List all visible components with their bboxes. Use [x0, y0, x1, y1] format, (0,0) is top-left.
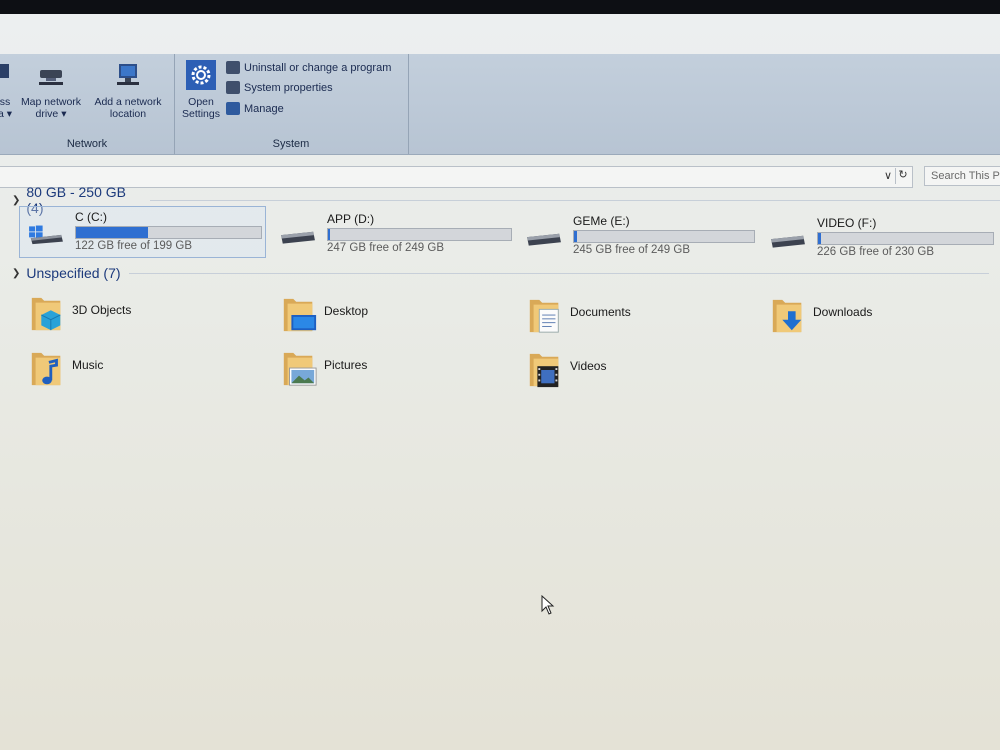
system-properties-icon: [226, 81, 240, 94]
drive-tile[interactable]: APP (D:) 247 GB free of 249 GB: [272, 209, 515, 259]
ribbon-group-label-network: Network: [66, 138, 108, 150]
ribbon-group-label-system: System: [272, 138, 310, 150]
folder-item[interactable]: Desktop: [280, 295, 480, 341]
system-properties-button[interactable]: System properties: [226, 81, 333, 94]
drive-tile[interactable]: C (C:) 122 GB free of 199 GB: [19, 206, 266, 258]
hard-drive-icon: [527, 233, 561, 246]
map-network-drive-button[interactable]: Map network drive ▾: [14, 60, 88, 120]
group-divider: [150, 199, 1000, 201]
windows-drive-icon: [29, 225, 63, 245]
drive-free-space: 247 GB free of 249 GB: [327, 242, 444, 254]
folder-name: Pictures: [324, 358, 368, 372]
drive-usage-fill: [328, 229, 331, 240]
videos-folder-icon: [529, 353, 559, 388]
drive-name: APP (D:): [327, 212, 375, 226]
folder-name: Music: [72, 358, 104, 372]
drive-usage-bar: [817, 232, 994, 245]
desktop-folder-icon: [283, 298, 317, 332]
pictures-folder-icon: [283, 352, 317, 386]
uninstall-program-icon: [226, 61, 240, 74]
open-settings-button[interactable]: Open Settings: [176, 60, 226, 120]
folder-item[interactable]: Documents: [526, 296, 726, 342]
drive-tile[interactable]: GEMe (E:) 245 GB free of 249 GB: [518, 211, 758, 261]
chevron-down-icon[interactable]: ❯: [12, 268, 20, 279]
folder-name: Desktop: [324, 304, 369, 318]
add-network-location-button[interactable]: Add a network location: [88, 60, 168, 120]
hard-drive-icon: [281, 231, 315, 244]
drive-usage-bar: [327, 228, 512, 241]
group-header-folders[interactable]: ❯ Unspecified (7): [12, 265, 989, 281]
3d-objects-folder-icon: [31, 297, 61, 331]
downloads-folder-icon: [772, 299, 802, 333]
drive-usage-bar: [75, 226, 262, 239]
drive-usage-fill: [76, 227, 148, 238]
ribbon: ss a ▾ Map network drive ▾ Add a network…: [0, 54, 1000, 155]
chevron-down-icon[interactable]: ❯: [12, 195, 20, 206]
address-dropdown-icon[interactable]: ∨: [884, 169, 892, 182]
group-divider: [128, 272, 989, 274]
folder-item[interactable]: Videos: [526, 350, 726, 396]
drive-usage-fill: [574, 231, 577, 242]
drive-name: GEMe (E:): [573, 214, 630, 228]
folder-name: 3D Objects: [72, 303, 132, 317]
drive-free-space: 245 GB free of 249 GB: [573, 244, 690, 256]
drive-tile[interactable]: VIDEO (F:) 226 GB free of 230 GB: [762, 213, 997, 263]
folder-name: Downloads: [813, 305, 873, 319]
drive-free-space: 122 GB free of 199 GB: [75, 240, 192, 252]
folder-item[interactable]: Pictures: [280, 349, 480, 395]
settings-gear-icon: [186, 60, 216, 90]
folder-item[interactable]: Downloads: [769, 296, 969, 342]
drive-name: C (C:): [75, 210, 107, 224]
folder-name: Videos: [570, 359, 607, 373]
music-folder-icon: [31, 352, 61, 386]
screen: ss a ▾ Map network drive ▾ Add a network…: [0, 14, 1000, 750]
ribbon-group-network: ss a ▾ Map network drive ▾ Add a network…: [0, 54, 175, 154]
uninstall-program-button[interactable]: Uninstall or change a program: [226, 61, 391, 74]
folder-item[interactable]: Music: [28, 349, 228, 395]
search-placeholder: Search This PC: [931, 170, 1000, 182]
documents-folder-icon: [529, 299, 559, 333]
manage-computer-icon: [226, 102, 240, 115]
network-location-icon: [117, 64, 139, 85]
search-input[interactable]: Search This PC: [924, 166, 1000, 186]
hard-drive-icon: [771, 235, 805, 248]
manage-button[interactable]: Manage: [226, 102, 284, 115]
folder-name: Documents: [570, 305, 631, 319]
folder-item[interactable]: 3D Objects: [28, 294, 228, 340]
map-network-drive-icon: [39, 70, 63, 85]
network-icon: [0, 64, 9, 78]
drive-usage-fill: [818, 233, 821, 244]
drive-free-space: 226 GB free of 230 GB: [817, 246, 934, 258]
mouse-pointer-icon: [541, 595, 555, 615]
drive-usage-bar: [573, 230, 755, 243]
drive-name: VIDEO (F:): [817, 216, 877, 230]
refresh-icon[interactable]: ↻: [895, 168, 910, 184]
